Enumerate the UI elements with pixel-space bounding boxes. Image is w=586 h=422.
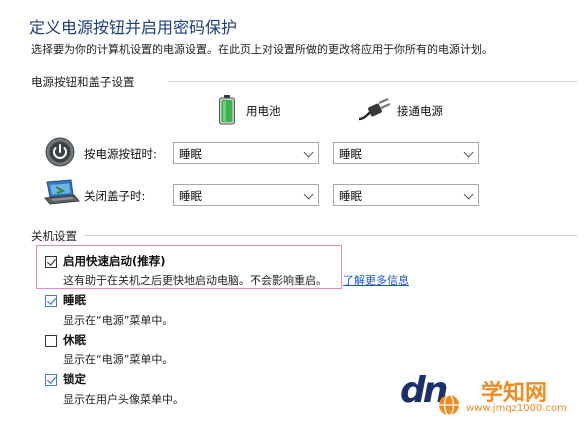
shutdown-section-label: 关机设置: [31, 229, 77, 243]
fast-startup-checkbox[interactable]: [45, 256, 57, 268]
fast-startup-label: 启用快速启动(推荐): [63, 254, 166, 268]
chevron-down-icon: [303, 189, 314, 200]
power-button-plugged-select[interactable]: 睡眠: [333, 142, 479, 164]
watermark-url: www.jmqz1000.com: [466, 403, 567, 414]
hibernate-checkbox[interactable]: [45, 335, 57, 347]
chevron-down-icon: [303, 147, 314, 158]
power-section-label: 电源按钮和盖子设置: [31, 75, 135, 89]
lock-description: 显示在用户头像菜单中。: [63, 393, 184, 406]
power-button-row-label: 按电源按钮时:: [84, 147, 157, 161]
lid-battery-select[interactable]: 睡眠: [173, 184, 319, 206]
sleep-label: 睡眠: [63, 293, 86, 307]
laptop-lid-icon: [44, 179, 80, 205]
sleep-description: 显示在“电源”菜单中。: [63, 314, 174, 327]
globe-icon: [439, 394, 459, 416]
power-button-battery-value: 睡眠: [179, 147, 202, 161]
hibernate-label: 休眠: [63, 333, 86, 347]
shutdown-section-divider: [84, 235, 578, 236]
fast-startup-description: 这有助于在关机之后更快地启动电脑。不会影响重启。: [63, 274, 327, 287]
lid-plugged-value: 睡眠: [339, 189, 362, 203]
learn-more-link[interactable]: 了解更多信息: [343, 272, 409, 288]
power-section-divider: [168, 81, 578, 82]
power-button-plugged-value: 睡眠: [339, 147, 362, 161]
lock-label: 锁定: [63, 372, 86, 386]
battery-icon: [219, 95, 235, 125]
power-button-battery-select[interactable]: 睡眠: [173, 142, 319, 164]
watermark-logo: dn: [398, 370, 462, 416]
lid-row-label: 关闭盖子时:: [84, 189, 146, 203]
sleep-checkbox[interactable]: [45, 295, 57, 307]
page-subtitle: 选择要为你的计算机设置的电源设置。在此页上对设置所做的更改将应用于你所有的电源计…: [31, 43, 493, 56]
chevron-down-icon: [463, 189, 474, 200]
hibernate-description: 显示在“电源”菜单中。: [63, 353, 174, 366]
power-plug-icon: [358, 97, 391, 121]
chevron-down-icon: [463, 147, 474, 158]
battery-column-header: 用电池: [246, 104, 281, 118]
lid-battery-value: 睡眠: [179, 189, 202, 203]
lid-plugged-select[interactable]: 睡眠: [333, 184, 479, 206]
page-title: 定义电源按钮并启用密码保护: [29, 18, 238, 37]
lock-checkbox[interactable]: [45, 374, 57, 386]
plugged-in-column-header: 接通电源: [397, 104, 443, 118]
power-button-icon: [45, 137, 75, 167]
